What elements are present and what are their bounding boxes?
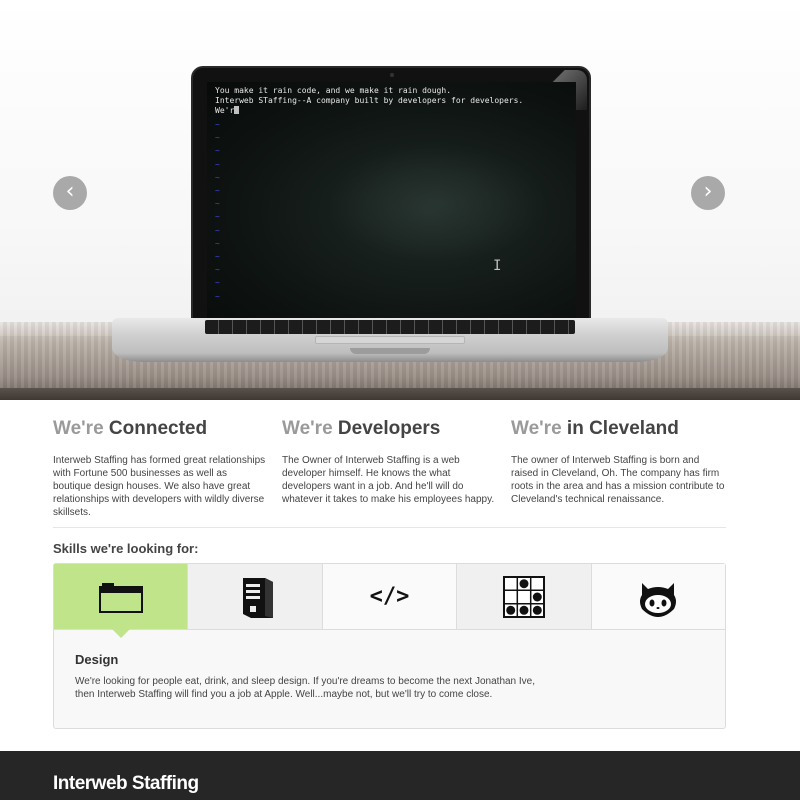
screen-background-image	[327, 142, 547, 262]
section-divider	[53, 527, 726, 528]
vim-tilde: ~	[215, 120, 220, 129]
feature-heading-title: Connected	[108, 418, 208, 439]
text-cursor-icon: I	[493, 258, 502, 274]
chevron-right-icon: ›	[703, 179, 713, 204]
laptop-keyboard	[205, 320, 575, 334]
vim-tilde: ~	[215, 252, 220, 262]
github-octocat-icon	[640, 582, 677, 617]
vim-tilde: ~	[215, 212, 220, 222]
footer: Interweb Staffing	[0, 751, 800, 800]
vim-tilde: ~	[215, 265, 220, 275]
slider-next-button[interactable]: ›	[691, 176, 725, 210]
glider-grid-icon	[502, 575, 545, 618]
tab-code[interactable]: </>	[322, 564, 458, 629]
feature-heading-prefix: We're	[511, 418, 562, 439]
browser-window-icon	[98, 582, 143, 613]
terminal-line-3: We'r	[207, 106, 576, 116]
vim-tilde: ~	[215, 278, 220, 288]
feature-heading-title: Developers	[337, 418, 441, 439]
vim-tilde: ~	[215, 199, 220, 209]
chevron-left-icon: ‹	[65, 179, 75, 204]
feature-heading: We're Developers	[282, 418, 496, 440]
footer-brand-logo[interactable]: Interweb Staffing	[53, 773, 199, 795]
terminal-line-2: Interweb STaffing--A company built by de…	[215, 96, 524, 105]
hero-slider: You make it rain code, and we make it ra…	[0, 0, 800, 400]
tab-hacker[interactable]	[457, 564, 592, 629]
laptop-screen: You make it rain code, and we make it ra…	[207, 82, 576, 320]
laptop-notch	[350, 348, 430, 354]
laptop-lid: You make it rain code, and we make it ra…	[191, 66, 591, 328]
feature-heading: We're in Cleveland	[511, 418, 725, 440]
vim-tilde: ~	[215, 238, 220, 248]
terminal-cursor	[234, 106, 240, 114]
skill-title: Design	[75, 652, 119, 667]
vim-tilde: ~	[215, 146, 220, 156]
skill-description: We're looking for people eat, drink, and…	[75, 676, 536, 700]
laptop-base	[112, 318, 668, 362]
vim-tilde: ~	[215, 291, 220, 301]
terminal-line-3-text: We'r	[215, 106, 235, 115]
laptop-camera	[390, 73, 394, 77]
feature-connected: We're Connected Interweb Staffing has fo…	[53, 418, 267, 519]
code-tag-icon: </>	[369, 584, 410, 609]
tab-design[interactable]	[54, 564, 189, 638]
feature-cleveland: We're in Cleveland The owner of Interweb…	[511, 418, 725, 506]
feature-text: The owner of Interweb Staffing is born a…	[511, 455, 725, 505]
feature-heading-prefix: We're	[53, 418, 104, 439]
server-tower-icon	[243, 577, 274, 618]
desk-edge	[0, 388, 800, 400]
laptop-trackpad	[315, 336, 465, 344]
feature-heading-title: in Cleveland	[566, 418, 679, 439]
vim-tilde: ~	[215, 172, 220, 182]
skills-tabs: </>	[54, 564, 726, 638]
vim-tilde: ~	[215, 159, 220, 169]
feature-heading: We're Connected	[53, 418, 267, 440]
skills-heading: Skills we're looking for:	[53, 541, 199, 556]
skills-panel: </> Design We're looking for people eat,…	[53, 563, 726, 729]
vim-tilde: ~	[215, 225, 220, 235]
vim-tilde-column: ~ ~ ~ ~ ~ ~ ~ ~ ~ ~ ~ ~ ~ ~	[215, 118, 220, 303]
feature-heading-prefix: We're	[282, 418, 333, 439]
features-section: We're Connected Interweb Staffing has fo…	[53, 418, 726, 518]
vim-tilde: ~	[215, 133, 220, 143]
terminal-line-1: You make it rain code, and we make it ra…	[215, 86, 452, 95]
feature-developers: We're Developers The Owner of Interweb S…	[282, 418, 496, 506]
tab-server[interactable]	[188, 564, 323, 629]
tab-github[interactable]	[591, 564, 726, 629]
feature-text: The Owner of Interweb Staffing is a web …	[282, 455, 495, 505]
slider-prev-button[interactable]: ‹	[53, 176, 87, 210]
vim-tilde: ~	[215, 186, 220, 196]
feature-text: Interweb Staffing has formed great relat…	[53, 455, 266, 518]
